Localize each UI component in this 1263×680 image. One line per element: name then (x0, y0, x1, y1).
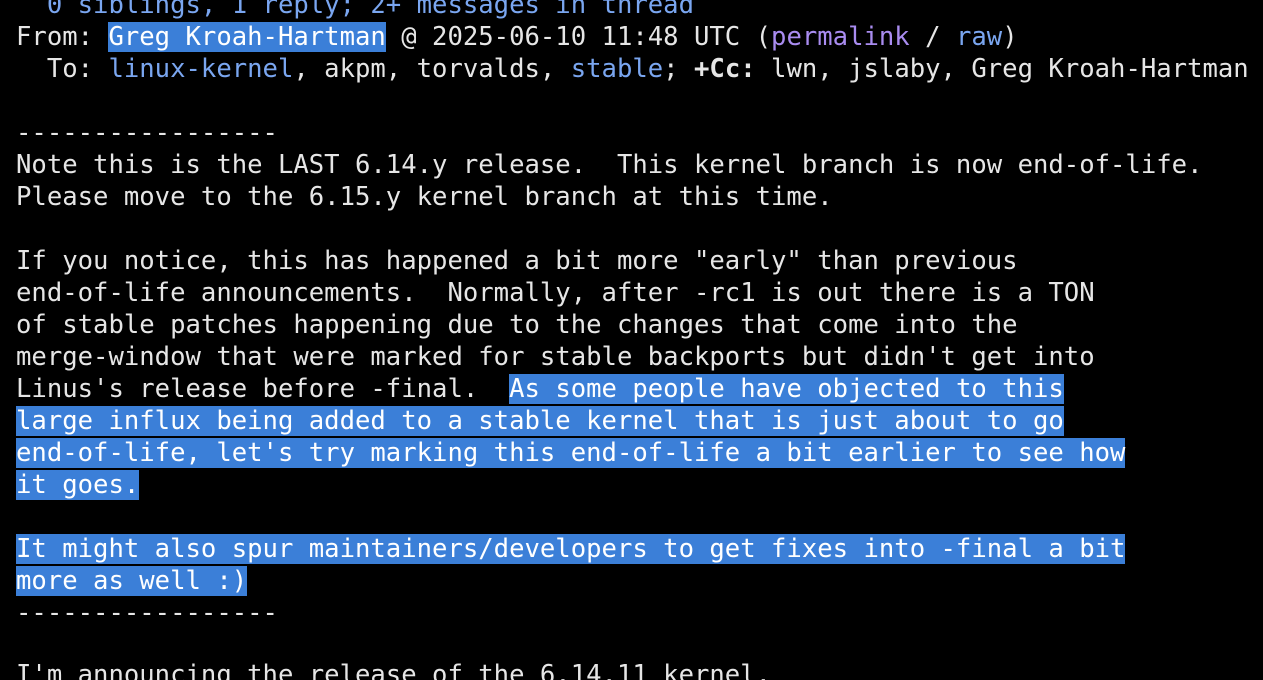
thread-summary: 0 siblings, 1 reply; 2+ messages in thre… (16, 0, 694, 20)
cc-label: +Cc: (694, 54, 756, 84)
recipients-plain: , akpm, torvalds, (293, 54, 571, 84)
body-line: merge-window that were marked for stable… (16, 342, 1095, 372)
body-line: more as well :) (16, 565, 248, 597)
body-line: Please move to the 6.15.y kernel branch … (16, 182, 833, 212)
cc-list: lwn, jslaby, Greg Kroah-Hartman (755, 54, 1249, 84)
body-text: Linus's release before -final. (16, 374, 510, 404)
to-label: To: (16, 54, 109, 84)
selected-text[interactable]: more as well :) (16, 566, 248, 596)
permalink-link[interactable]: permalink (771, 22, 910, 52)
body-line: Note this is the LAST 6.14.y release. Th… (16, 150, 1203, 180)
raw-link[interactable]: raw (956, 22, 1002, 52)
from-line: From: Greg Kroah-Hartman @ 2025-06-10 11… (16, 21, 1018, 53)
body-line: I'm announcing the release of the 6.14.1… (16, 660, 772, 680)
body-line: large influx being added to a stable ker… (16, 405, 1064, 437)
from-label: From: (16, 22, 109, 52)
body-line: If you notice, this has happened a bit m… (16, 246, 1018, 276)
recipient-linux-kernel-link[interactable]: linux-kernel (108, 54, 293, 84)
body-line: end-of-life, let's try marking this end-… (16, 437, 1126, 469)
body-line: of stable patches happening due to the c… (16, 310, 1018, 340)
selected-text[interactable]: end-of-life, let's try marking this end-… (16, 438, 1126, 468)
divider-top: ----------------- (16, 118, 278, 148)
selected-text[interactable]: it goes. (16, 470, 140, 500)
body-line: Linus's release before -final. As some p… (16, 373, 1064, 405)
selected-text[interactable]: large influx being added to a stable ker… (16, 406, 1064, 436)
from-line-end: ) (1002, 22, 1018, 52)
to-line: To: linux-kernel, akpm, torvalds, stable… (16, 53, 1249, 85)
body-line: end-of-life announcements. Normally, aft… (16, 278, 1095, 308)
link-separator: / (909, 22, 956, 52)
body-line: It might also spur maintainers/developer… (16, 533, 1126, 565)
body-line: it goes. (16, 469, 140, 501)
recipient-stable-link[interactable]: stable (571, 54, 663, 84)
divider-bottom: ----------------- (16, 598, 278, 628)
recipients-separator: ; (663, 54, 694, 84)
selected-text[interactable]: As some people have objected to this (509, 374, 1064, 404)
selected-text[interactable]: It might also spur maintainers/developer… (16, 534, 1126, 564)
sent-timestamp: @ 2025-06-10 11:48 UTC ( (385, 22, 772, 52)
email-viewer: 0 siblings, 1 reply; 2+ messages in thre… (0, 0, 1263, 680)
sender-name[interactable]: Greg Kroah-Hartman (108, 22, 386, 52)
